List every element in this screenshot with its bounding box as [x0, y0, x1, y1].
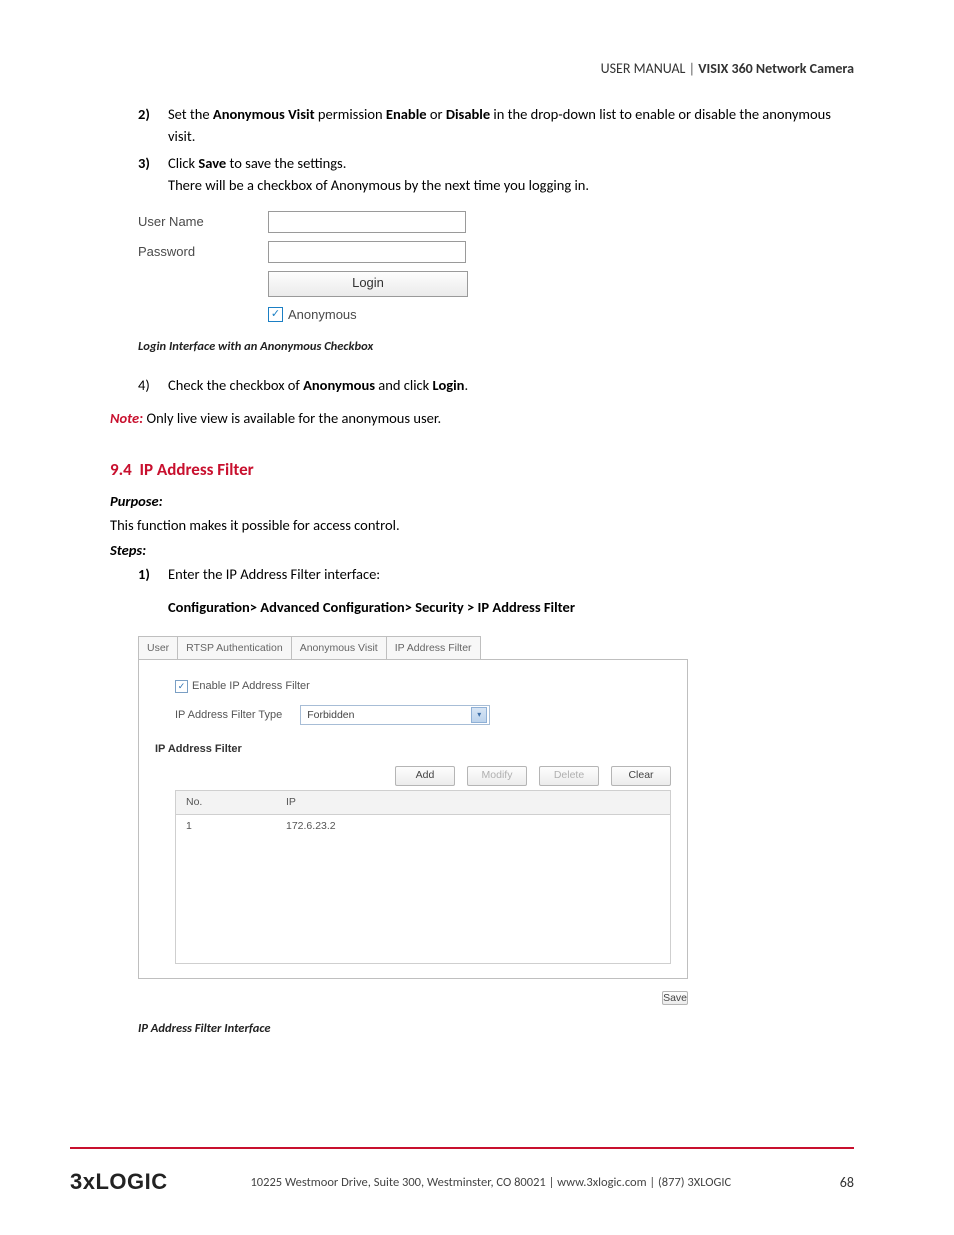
step-4: 4) Check the checkbox of Anonymous and c… — [138, 374, 854, 396]
password-label: Password — [138, 242, 268, 262]
username-label: User Name — [138, 212, 268, 232]
figure2-caption: IP Address Filter Interface — [138, 1019, 854, 1038]
table-row[interactable]: 1 172.6.23.2 — [176, 814, 671, 837]
header-left: USER MANUAL — [601, 60, 686, 77]
col-num: No. — [176, 791, 277, 814]
header-right: VISIX 360 Network Camera — [698, 60, 854, 77]
filter-figure: User RTSP Authentication Anonymous Visit… — [138, 636, 688, 1007]
add-button[interactable]: Add — [395, 766, 455, 786]
anonymous-checkbox[interactable]: ✓ — [268, 307, 283, 322]
step-3-sub: There will be a checkbox of Anonymous by… — [168, 174, 854, 196]
row-ip: 172.6.23.2 — [276, 814, 671, 837]
login-button[interactable]: Login — [268, 271, 468, 297]
nav-path: Configuration> Advanced Configuration> S… — [168, 596, 854, 618]
figure1-caption: Login Interface with an Anonymous Checkb… — [138, 337, 854, 356]
filter-list-heading: IP Address Filter — [155, 741, 671, 758]
ip-table: No. IP 1 172.6.23.2 — [175, 790, 671, 964]
purpose-label: Purpose: — [110, 490, 854, 512]
row-num: 1 — [176, 814, 277, 837]
note-label: Note: — [110, 409, 143, 427]
section-step-1-num: 1) — [138, 563, 150, 585]
save-button[interactable]: Save — [662, 991, 688, 1005]
footer-address: 10225 Westmoor Drive, Suite 300, Westmin… — [168, 1175, 814, 1190]
logo: 3xLOGIC — [70, 1169, 168, 1195]
col-ip: IP — [276, 791, 671, 814]
section-num: 9.4 — [110, 459, 132, 480]
tab-user[interactable]: User — [138, 636, 178, 659]
filter-type-value: Forbidden — [307, 707, 354, 723]
tab-ip-filter[interactable]: IP Address Filter — [386, 636, 481, 659]
note-text: Only live view is available for the anon… — [143, 409, 441, 427]
header-sep: | — [689, 60, 695, 77]
login-figure: User Name Password Login ✓ Anonymous — [138, 211, 480, 325]
username-input[interactable] — [268, 211, 466, 233]
step-3: 3) Click Save to save the settings. Ther… — [138, 152, 854, 197]
page-header: USER MANUAL | VISIX 360 Network Camera — [110, 60, 854, 77]
page-number: 68 — [814, 1174, 854, 1191]
note-line: Note: Only live view is available for th… — [110, 407, 854, 429]
tab-anonymous[interactable]: Anonymous Visit — [291, 636, 387, 659]
purpose-text: This function makes it possible for acce… — [110, 514, 854, 536]
step-3-num: 3) — [138, 152, 150, 174]
enable-filter-checkbox[interactable]: ✓ — [175, 680, 188, 693]
section-step-1: 1) Enter the IP Address Filter interface… — [138, 563, 854, 585]
section-title: IP Address Filter — [139, 459, 253, 480]
step-4-num: 4) — [138, 374, 150, 396]
step-2: 2) Set the Anonymous Visit permission En… — [138, 103, 854, 148]
filter-type-label: IP Address Filter Type — [175, 707, 282, 724]
chevron-down-icon: ▾ — [471, 707, 487, 723]
page-footer: 3xLOGIC 10225 Westmoor Drive, Suite 300,… — [0, 1147, 954, 1195]
steps-label: Steps: — [110, 539, 854, 561]
enable-filter-label: Enable IP Address Filter — [192, 678, 310, 695]
step-2-num: 2) — [138, 103, 150, 125]
modify-button[interactable]: Modify — [467, 766, 527, 786]
filter-type-dropdown[interactable]: Forbidden ▾ — [300, 705, 490, 725]
tab-rtsp[interactable]: RTSP Authentication — [177, 636, 292, 659]
password-input[interactable] — [268, 241, 466, 263]
tab-bar: User RTSP Authentication Anonymous Visit… — [138, 636, 688, 659]
anonymous-label: Anonymous — [288, 305, 357, 325]
section-heading: 9.4 IP Address Filter — [110, 457, 854, 483]
delete-button[interactable]: Delete — [539, 766, 599, 786]
section-step-1-text: Enter the IP Address Filter interface: — [168, 565, 380, 583]
clear-button[interactable]: Clear — [611, 766, 671, 786]
